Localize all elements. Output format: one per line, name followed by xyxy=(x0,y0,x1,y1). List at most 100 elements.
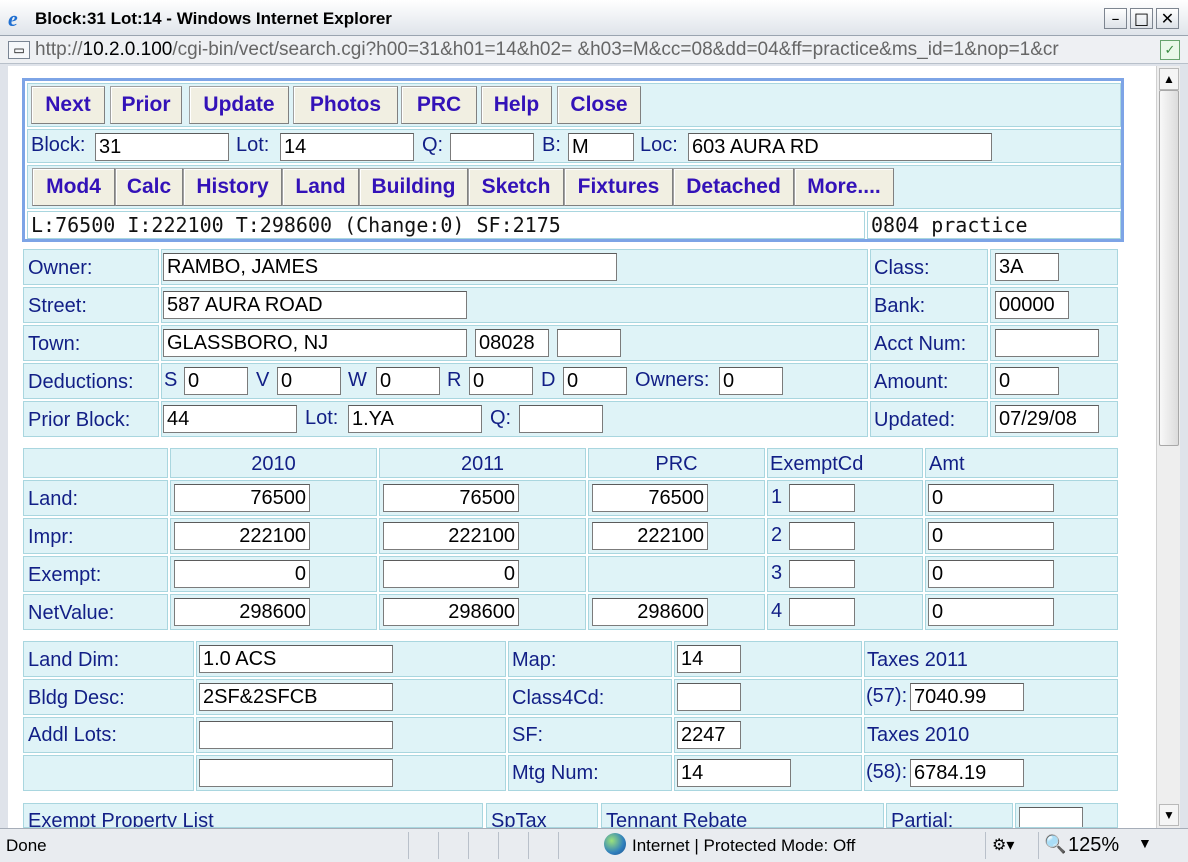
window-title: Block:31 Lot:14 - Windows Internet Explo… xyxy=(35,9,392,28)
impr-2010-input[interactable]: 222100 xyxy=(174,522,310,550)
summary-line: L:76500 I:222100 T:298600 (Change:0) SF:… xyxy=(31,213,561,237)
exempt-property-list-label: Exempt Property List xyxy=(28,810,214,828)
url-text[interactable]: http://10.2.0.100/cgi-bin/vect/search.cg… xyxy=(35,39,1150,61)
deduction-d-input[interactable]: 0 xyxy=(563,367,627,395)
addl-lots-input[interactable] xyxy=(199,721,393,749)
exempt-code-4-label: 4 xyxy=(771,600,783,622)
street-input[interactable]: 587 AURA ROAD xyxy=(163,291,467,319)
prior-q-input[interactable] xyxy=(519,405,603,433)
toolbar-row-2: Mod4 Calc History Land Building Sketch F… xyxy=(27,165,1121,209)
compatibility-view-icon[interactable]: ✓ xyxy=(1160,40,1180,60)
exempt-amt-4-input[interactable]: 0 xyxy=(928,598,1054,626)
land-dim-input[interactable]: 1.0 ACS xyxy=(199,645,393,673)
class-input[interactable]: 3A xyxy=(995,253,1059,281)
exempt-2011-input[interactable]: 0 xyxy=(383,560,519,588)
maximize-button[interactable]: □ xyxy=(1130,8,1153,29)
prior-lot-input[interactable]: 1.YA xyxy=(348,405,482,433)
prior-block-input[interactable]: 44 xyxy=(163,405,297,433)
partial-label: Partial: xyxy=(891,810,954,828)
address-bar[interactable]: ▭ http://10.2.0.100/cgi-bin/vect/search.… xyxy=(0,36,1188,64)
deduction-s-input[interactable]: 0 xyxy=(184,367,248,395)
zip4-input[interactable] xyxy=(557,329,621,357)
deduction-v-input[interactable]: 0 xyxy=(277,367,341,395)
tax-58-input[interactable]: 6784.19 xyxy=(910,759,1024,787)
zoom-level[interactable]: 125% xyxy=(1068,834,1119,857)
bldg-desc-input[interactable]: 2SF&2SFCB xyxy=(199,683,393,711)
zoom-dropdown-icon[interactable]: ▼ xyxy=(1138,835,1152,851)
close-window-button[interactable]: ✕ xyxy=(1156,8,1179,29)
mtg-num-input[interactable]: 14 xyxy=(677,759,791,787)
taxes-2010-label: Taxes 2010 xyxy=(867,724,970,746)
mod4-button[interactable]: Mod4 xyxy=(32,168,115,206)
deduction-r-input[interactable]: 0 xyxy=(469,367,533,395)
exempt-amt-1-input[interactable]: 0 xyxy=(928,484,1054,512)
internet-zone-icon xyxy=(604,833,626,855)
addl-lots-2-input[interactable] xyxy=(199,759,393,787)
zip-input[interactable]: 08028 xyxy=(475,329,549,357)
exempt-code-1-input[interactable] xyxy=(789,484,855,512)
block-input[interactable]: 31 xyxy=(95,133,229,161)
exempt-code-3-input[interactable] xyxy=(789,560,855,588)
database-box: 0804 practice xyxy=(867,211,1121,239)
exempt-code-4-input[interactable] xyxy=(789,598,855,626)
map-input[interactable]: 14 xyxy=(677,645,741,673)
sf-input[interactable]: 2247 xyxy=(677,721,741,749)
help-button[interactable]: Help xyxy=(481,86,552,124)
tennant-rebate-label: Tennant Rebate xyxy=(606,810,748,828)
history-button[interactable]: History xyxy=(183,168,282,206)
security-zone-text[interactable]: Internet | Protected Mode: Off xyxy=(632,836,855,856)
town-label: Town: xyxy=(28,333,81,355)
building-button[interactable]: Building xyxy=(359,168,468,206)
land-prc-input[interactable]: 76500 xyxy=(592,484,708,512)
next-button[interactable]: Next xyxy=(31,86,105,124)
scroll-up-icon[interactable]: ▲ xyxy=(1159,68,1179,90)
exempt-amt-2-input[interactable]: 0 xyxy=(928,522,1054,550)
scroll-thumb[interactable] xyxy=(1159,90,1179,446)
add-ons-icon[interactable]: ⚙▾ xyxy=(992,835,1014,855)
minimize-button[interactable]: – xyxy=(1104,8,1127,29)
updated-input[interactable]: 07/29/08 xyxy=(995,405,1099,433)
scroll-down-icon[interactable]: ▼ xyxy=(1159,804,1179,826)
sketch-button[interactable]: Sketch xyxy=(468,168,564,206)
fixtures-button[interactable]: Fixtures xyxy=(564,168,673,206)
update-button[interactable]: Update xyxy=(189,86,289,124)
status-bar: Done Internet | Protected Mode: Off ⚙▾ 🔍… xyxy=(0,828,1188,862)
partial-input[interactable] xyxy=(1019,807,1083,827)
tax-57-input[interactable]: 7040.99 xyxy=(910,683,1024,711)
close-button[interactable]: Close xyxy=(557,86,641,124)
prc-button[interactable]: PRC xyxy=(401,86,477,124)
netvalue-prc-input[interactable]: 298600 xyxy=(592,598,708,626)
photos-button[interactable]: Photos xyxy=(293,86,398,124)
land-2011-input[interactable]: 76500 xyxy=(383,484,519,512)
town-input[interactable]: GLASSBORO, NJ xyxy=(163,329,467,357)
zoom-icon[interactable]: 🔍 xyxy=(1044,834,1066,855)
exempt-code-2-input[interactable] xyxy=(789,522,855,550)
land-button[interactable]: Land xyxy=(282,168,359,206)
prior-button[interactable]: Prior xyxy=(110,86,182,124)
page-icon: ▭ xyxy=(8,41,30,59)
b-input[interactable]: M xyxy=(568,133,634,161)
lot-input[interactable]: 14 xyxy=(280,133,414,161)
impr-2011-input[interactable]: 222100 xyxy=(383,522,519,550)
tax-57-label: (57): xyxy=(866,685,908,707)
land-2010-input[interactable]: 76500 xyxy=(174,484,310,512)
more-button[interactable]: More.... xyxy=(794,168,894,206)
vertical-scrollbar[interactable]: ▲ ▼ xyxy=(1156,66,1180,828)
netvalue-2011-input[interactable]: 298600 xyxy=(383,598,519,626)
owner-input[interactable]: RAMBO, JAMES xyxy=(163,253,617,281)
amount-input[interactable]: 0 xyxy=(995,367,1059,395)
q-input[interactable] xyxy=(450,133,534,161)
loc-input[interactable]: 603 AURA RD xyxy=(688,133,992,161)
bank-input[interactable]: 00000 xyxy=(995,291,1069,319)
exempt-amt-3-input[interactable]: 0 xyxy=(928,560,1054,588)
detached-button[interactable]: Detached xyxy=(673,168,794,206)
netvalue-2010-input[interactable]: 298600 xyxy=(174,598,310,626)
exempt-2010-input[interactable]: 0 xyxy=(174,560,310,588)
col-header-exemptcd: ExemptCd xyxy=(770,453,864,475)
deduction-w-input[interactable]: 0 xyxy=(376,367,440,395)
owners-input[interactable]: 0 xyxy=(719,367,783,395)
class4cd-input[interactable] xyxy=(677,683,741,711)
impr-prc-input[interactable]: 222100 xyxy=(592,522,708,550)
acct-num-input[interactable] xyxy=(995,329,1099,357)
calc-button[interactable]: Calc xyxy=(115,168,183,206)
